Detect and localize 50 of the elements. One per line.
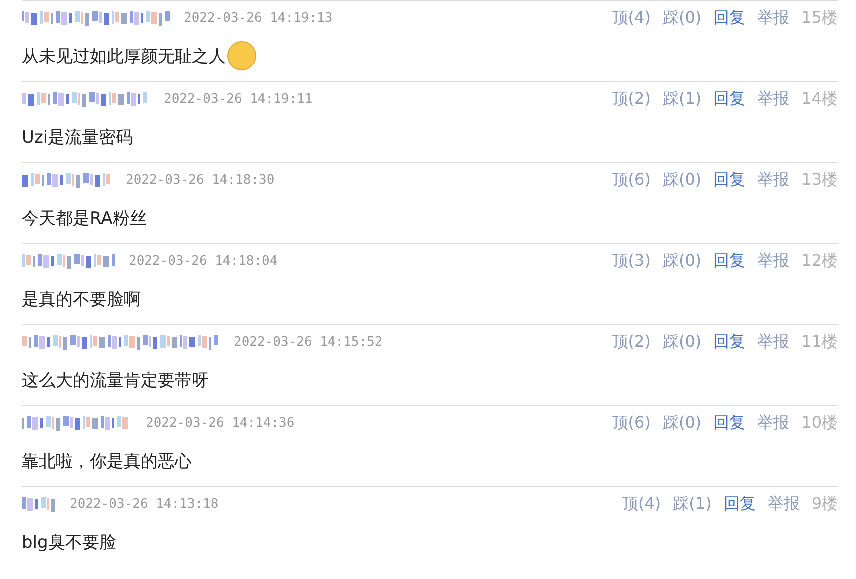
reply-link[interactable]: 回复	[714, 332, 746, 352]
upvote-link[interactable]: 顶(4)	[612, 8, 651, 28]
comment-text: 从未见过如此厚颜无耻之人	[22, 46, 226, 68]
comment-text: Uzi是流量密码	[22, 126, 134, 148]
blurred-username	[22, 495, 58, 513]
comment-time: 2022-03-26 14:13:18	[70, 496, 219, 512]
comment-text: 这么大的流量肯定要带呀	[22, 370, 209, 392]
upvote-link[interactable]: 顶(2)	[612, 332, 651, 352]
floor-number: 11楼	[802, 332, 838, 352]
floor-number: 10楼	[802, 412, 838, 434]
reply-link[interactable]: 回复	[714, 250, 746, 272]
comment-time: 2022-03-26 14:18:30	[126, 172, 275, 188]
floor-number: 14楼	[802, 88, 838, 110]
reply-link[interactable]: 回复	[714, 88, 746, 110]
report-link[interactable]: 举报	[758, 88, 790, 110]
report-link[interactable]: 举报	[758, 412, 790, 434]
downvote-link[interactable]: 踩(0)	[662, 170, 702, 190]
reply-link[interactable]: 回复	[714, 412, 746, 434]
report-link[interactable]: 举报	[758, 332, 790, 352]
upvote-link[interactable]: 顶(2)	[612, 88, 651, 110]
upvote-link[interactable]: 顶(6)	[612, 412, 651, 434]
floor-number: 9楼	[812, 494, 838, 514]
reply-link[interactable]: 回复	[714, 8, 746, 28]
floor-number: 13楼	[802, 170, 838, 190]
reply-link[interactable]: 回复	[724, 494, 756, 514]
report-link[interactable]: 举报	[768, 494, 800, 514]
report-link[interactable]: 举报	[758, 250, 790, 272]
floor-number: 12楼	[802, 250, 838, 272]
downvote-link[interactable]: 踩(0)	[662, 8, 702, 28]
report-link[interactable]: 举报	[758, 8, 790, 28]
floor-number: 15楼	[802, 8, 838, 28]
downvote-link[interactable]: 踩(0)	[662, 332, 702, 352]
comment-text: blg臭不要脸	[22, 532, 116, 554]
comment-time: 2022-03-26 14:18:04	[129, 254, 278, 268]
reply-link[interactable]: 回复	[714, 170, 746, 190]
comment-text: 是真的不要脸啊	[22, 288, 141, 310]
report-link[interactable]: 举报	[758, 170, 790, 190]
upvote-link[interactable]: 顶(4)	[622, 494, 662, 514]
comment-time: 2022-03-26 14:15:52	[234, 334, 383, 350]
comment-time: 2022-03-26 14:14:36	[146, 416, 295, 430]
downvote-link[interactable]: 踩(1)	[662, 88, 702, 110]
downvote-link[interactable]: 踩(1)	[673, 494, 712, 514]
comment-time: 2022-03-26 14:19:13	[184, 10, 333, 26]
downvote-link[interactable]: 踩(0)	[662, 412, 702, 434]
upvote-link[interactable]: 顶(6)	[612, 170, 651, 190]
comment-text: 靠北啦，你是真的恶心	[22, 450, 192, 472]
downvote-link[interactable]: 踩(0)	[662, 250, 702, 272]
upvote-link[interactable]: 顶(3)	[612, 250, 651, 272]
comment-time: 2022-03-26 14:19:11	[164, 92, 313, 106]
comment-text: 今天都是RA粉丝	[22, 208, 147, 230]
